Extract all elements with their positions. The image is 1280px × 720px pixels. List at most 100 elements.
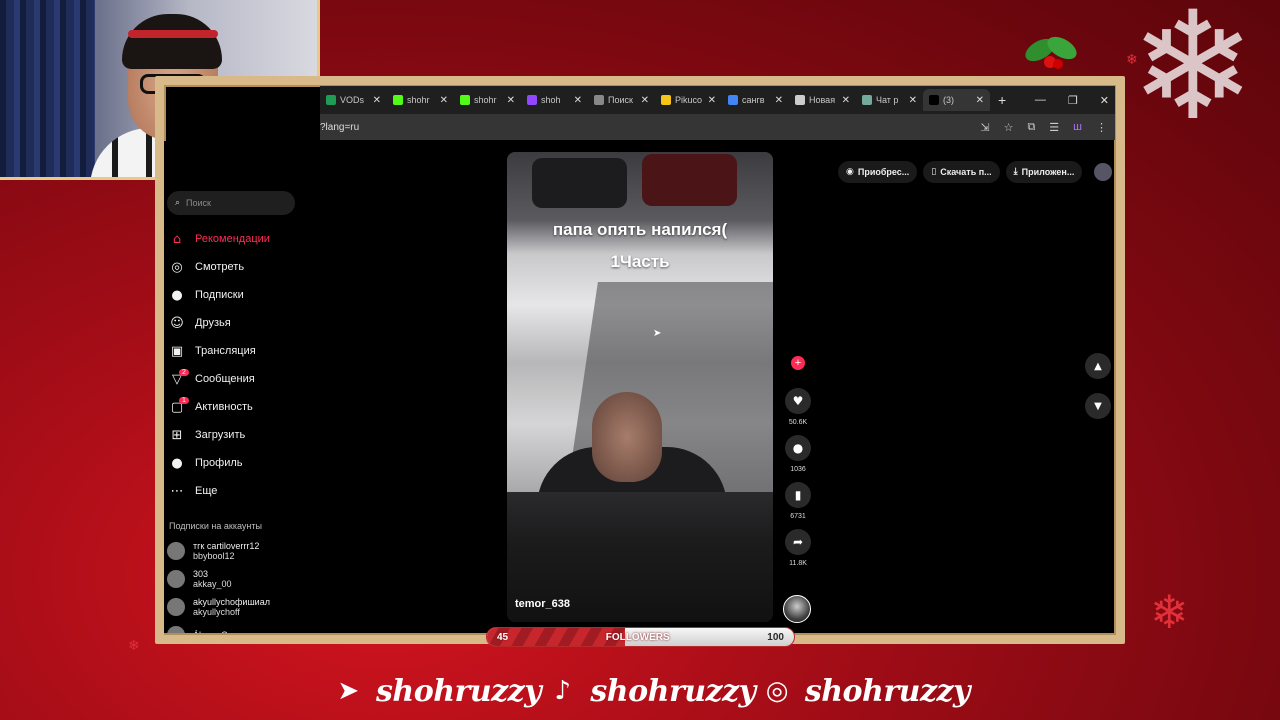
share-arrow-icon: ➦ bbox=[792, 535, 804, 549]
sidebar-item-label: Друзья bbox=[195, 317, 231, 329]
like-button[interactable]: ♥ bbox=[785, 388, 811, 414]
chevron-down-icon: ▼ bbox=[1094, 400, 1102, 412]
tab-favicon-icon bbox=[728, 95, 738, 105]
sidebar-item-messages[interactable]: ▽ 2 Сообщения bbox=[167, 365, 327, 393]
top-button[interactable]: ▯ Скачать п... bbox=[923, 161, 1000, 183]
browser-tab[interactable]: VODs ✕ bbox=[320, 89, 387, 111]
sidebar-nav: ⌂ Рекомендации ◎ Смотреть ● Подписки ☺ Друзья ▣ Т… bbox=[167, 225, 327, 505]
browser-tab[interactable]: Поиск ✕ bbox=[588, 89, 655, 111]
following-account-item[interactable]: Álvaro Carreras bbox=[167, 621, 327, 633]
browser-tab[interactable]: shohr ✕ bbox=[387, 89, 454, 111]
follow-plus-button[interactable]: + bbox=[791, 356, 805, 370]
install-icon[interactable]: ⇲ bbox=[980, 121, 989, 134]
top-button[interactable]: ◉ Приобрес... bbox=[838, 161, 918, 183]
following-accounts-list: тгк cartiloverrr12 bbybool12 303 akkay_00 ak… bbox=[167, 537, 327, 633]
sidebar-item-compass[interactable]: ◎ Смотреть bbox=[167, 253, 327, 281]
friends-icon: ☺ bbox=[170, 315, 184, 331]
sidebar-item-profile[interactable]: ● Профиль bbox=[167, 449, 327, 477]
like-count: 50.6K bbox=[788, 419, 808, 426]
top-button[interactable]: ⤓ Приложен... bbox=[1005, 161, 1083, 183]
avatar bbox=[167, 542, 185, 560]
account-name: тгк cartiloverrr12 bbox=[193, 541, 260, 551]
search-input[interactable]: ⌕ Поиск bbox=[167, 191, 295, 215]
snowflake-decoration-icon: ❄ bbox=[1126, 52, 1138, 68]
close-icon[interactable]: ✕ bbox=[440, 95, 448, 106]
sidebar-item-live[interactable]: ▣ Трансляция bbox=[167, 337, 327, 365]
bookmark-icon: ▮ bbox=[794, 488, 802, 502]
browser-tab[interactable]: Pikuco ✕ bbox=[655, 89, 722, 111]
sidebar-item-label: Трансляция bbox=[195, 345, 256, 357]
share-button[interactable]: ➦ bbox=[785, 529, 811, 555]
video-navigation: ▲ ▼ bbox=[1085, 353, 1111, 419]
browser-tab[interactable]: shoh ✕ bbox=[521, 89, 588, 111]
comment-icon: ● bbox=[792, 441, 804, 455]
sidebar-item-following[interactable]: ● Подписки bbox=[167, 281, 327, 309]
video-author[interactable]: temor_638 bbox=[515, 598, 570, 610]
browser-tab[interactable]: Чат р ✕ bbox=[856, 89, 923, 111]
minimize-icon[interactable]: — bbox=[1035, 94, 1046, 107]
save-button[interactable]: ▮ bbox=[785, 482, 811, 508]
following-account-item[interactable]: тгк cartiloverrr12 bbybool12 bbox=[167, 537, 327, 565]
close-icon[interactable]: ✕ bbox=[574, 95, 582, 106]
sidebar-item-friends[interactable]: ☺ Друзья bbox=[167, 309, 327, 337]
browser-tab[interactable]: shohr ✕ bbox=[454, 89, 521, 111]
sidebar-item-more[interactable]: ⋯ Еще bbox=[167, 477, 327, 505]
close-icon[interactable]: ✕ bbox=[708, 95, 716, 106]
notification-badge: 2 bbox=[179, 369, 189, 376]
close-icon[interactable]: ✕ bbox=[842, 95, 850, 106]
account-handle: akkay_00 bbox=[193, 579, 232, 589]
url-text[interactable]: ?lang=ru bbox=[320, 122, 359, 133]
browser-tab[interactable]: сангв ✕ bbox=[722, 89, 789, 111]
browser-tab[interactable]: Новая ✕ bbox=[789, 89, 856, 111]
sidebar-item-home[interactable]: ⌂ Рекомендации bbox=[167, 225, 327, 253]
sidebar-item-activity[interactable]: ▢ 1 Активность bbox=[167, 393, 327, 421]
notification-badge: 1 bbox=[179, 397, 189, 404]
bookmark-star-icon[interactable]: ☆ bbox=[1004, 121, 1014, 134]
instagram-icon: ◎ bbox=[765, 676, 789, 706]
sidebar-item-label: Смотреть bbox=[195, 261, 245, 273]
address-bar[interactable]: ?lang=ru ⇲ ☆ ⧉ ☰ ш ⋮ bbox=[320, 114, 1115, 140]
close-icon[interactable]: ✕ bbox=[373, 95, 381, 106]
following-account-item[interactable]: akyullychофишиал akyullychoff bbox=[167, 593, 327, 621]
window-close-icon[interactable]: ✕ bbox=[1100, 94, 1109, 107]
comment-button[interactable]: ● bbox=[785, 435, 811, 461]
tab-label: (3) bbox=[943, 95, 954, 105]
close-icon[interactable]: ✕ bbox=[909, 95, 917, 106]
video-player[interactable]: папа опять напился( 1Часть ➤ temor_638 bbox=[507, 152, 773, 622]
sidebar-item-label: Сообщения bbox=[195, 373, 255, 385]
tab-favicon-icon bbox=[527, 95, 537, 105]
account-name: akyullychофишиал bbox=[193, 597, 270, 607]
top-right-buttons: ◉ Приобрес... ▯ Скачать п... ⤓ Приложен... bbox=[838, 161, 1112, 183]
user-avatar[interactable] bbox=[1094, 163, 1112, 181]
music-avatar[interactable] bbox=[783, 595, 811, 623]
chevron-up-icon: ▲ bbox=[1094, 360, 1102, 372]
holly-decoration-icon bbox=[1022, 30, 1080, 74]
live-icon: ▣ bbox=[170, 343, 184, 359]
reading-list-icon[interactable]: ☰ bbox=[1049, 121, 1059, 134]
tab-label: VODs bbox=[340, 95, 365, 105]
extensions-icon[interactable]: ⧉ bbox=[1027, 121, 1035, 134]
new-tab-button[interactable]: + bbox=[998, 92, 1006, 108]
profile-extension-icon[interactable]: ш bbox=[1073, 121, 1082, 134]
close-icon[interactable]: ✕ bbox=[775, 95, 783, 106]
tab-favicon-icon bbox=[393, 95, 403, 105]
next-video-button[interactable]: ▼ bbox=[1085, 393, 1111, 419]
close-icon[interactable]: ✕ bbox=[507, 95, 515, 106]
close-icon[interactable]: ✕ bbox=[976, 95, 984, 106]
restore-icon[interactable]: ❐ bbox=[1068, 94, 1078, 107]
account-name: Álvaro Carreras bbox=[193, 630, 256, 633]
close-icon[interactable]: ✕ bbox=[641, 95, 649, 106]
profile-icon: ● bbox=[171, 455, 183, 471]
menu-icon[interactable]: ⋮ bbox=[1096, 121, 1107, 134]
followers-label: FOLLOWERS bbox=[605, 631, 670, 643]
download-app-icon: ▯ bbox=[931, 167, 937, 177]
sidebar-item-upload[interactable]: ⊞ Загрузить bbox=[167, 421, 327, 449]
browser-tab[interactable]: (3) ✕ bbox=[923, 89, 990, 111]
avatar bbox=[167, 570, 185, 588]
previous-video-button[interactable]: ▲ bbox=[1085, 353, 1111, 379]
download-icon: ⤓ bbox=[1013, 167, 1018, 177]
sidebar-item-label: Профиль bbox=[195, 457, 243, 469]
following-account-item[interactable]: 303 akkay_00 bbox=[167, 565, 327, 593]
account-handle: akyullychoff bbox=[193, 607, 240, 617]
search-icon: ⌕ bbox=[175, 198, 181, 208]
